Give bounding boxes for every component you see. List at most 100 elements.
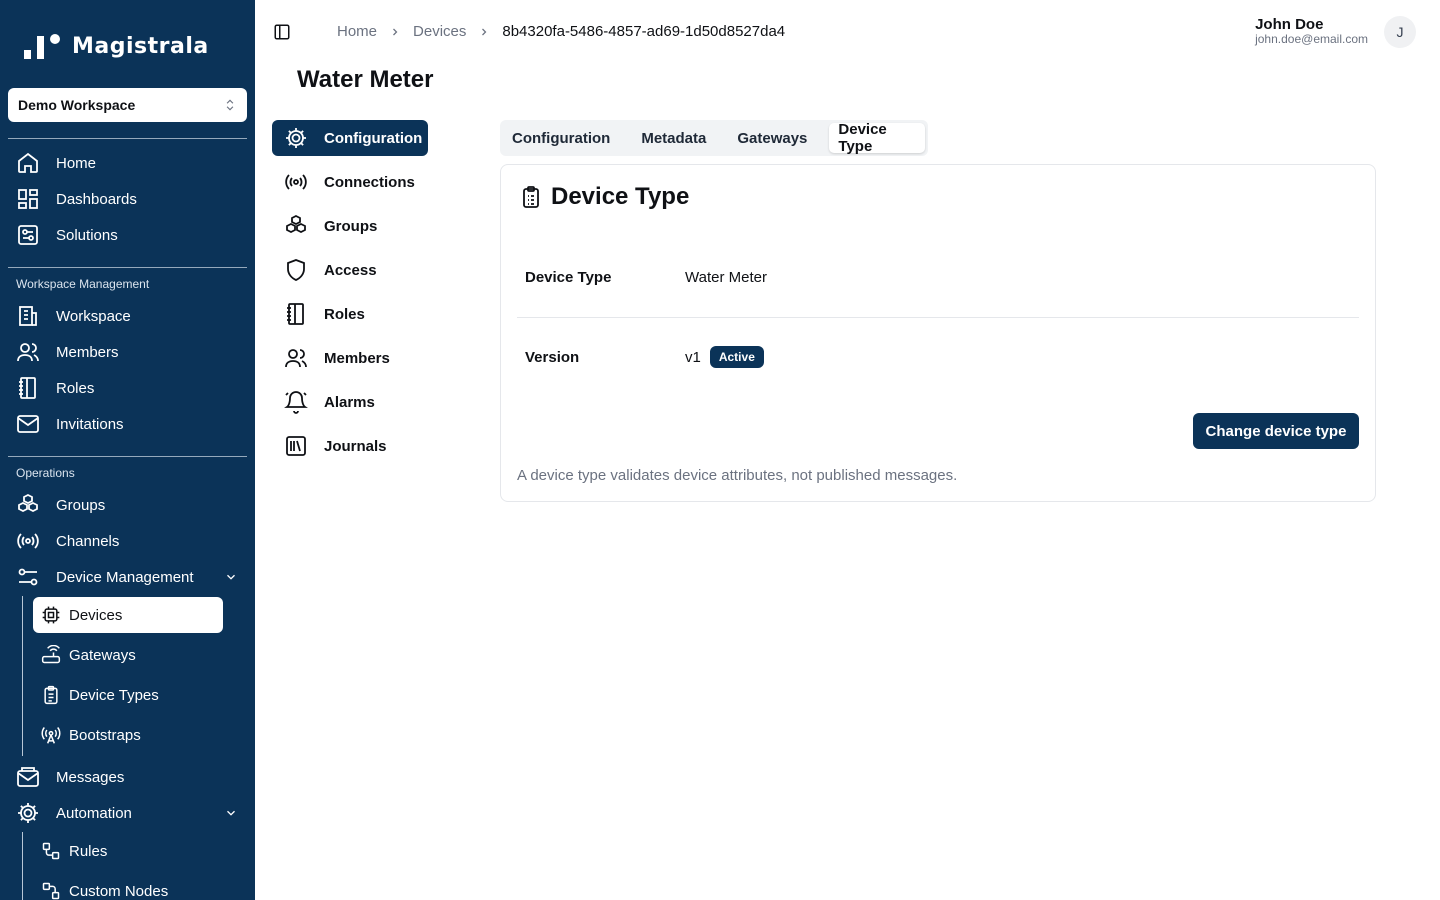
mail-open-icon — [16, 765, 40, 789]
mail-icon — [16, 412, 40, 436]
tab-configuration[interactable]: Configuration — [503, 123, 619, 153]
device-nav-label: Roles — [324, 305, 365, 323]
card-title: Device Type — [519, 183, 689, 211]
library-icon — [284, 434, 308, 458]
sidebar-item-workspace[interactable]: Workspace — [16, 301, 244, 331]
device-nav-alarms[interactable]: Alarms — [272, 384, 428, 420]
app-name: Magistrala — [72, 33, 209, 59]
device-type-value: Water Meter — [685, 269, 767, 286]
device-nav-label: Groups — [324, 217, 378, 235]
sidebar-item-solutions[interactable]: Solutions — [16, 220, 244, 250]
device-nav-configuration[interactable]: Configuration — [272, 120, 428, 156]
sidebar-item-groups[interactable]: Groups — [16, 490, 244, 520]
sidebar-item-label: Workspace — [56, 307, 131, 325]
sidebar-subitem-label: Custom Nodes — [69, 882, 169, 900]
sidebar-item-messages[interactable]: Messages — [16, 762, 244, 792]
breadcrumb-current: 8b4320fa-5486-4857-ad69-1d50d8527da4 — [502, 23, 786, 40]
clipboard-icon — [41, 685, 61, 705]
sidebar-subitem-label: Gateways — [69, 646, 136, 664]
change-device-type-button[interactable]: Change device type — [1193, 413, 1359, 449]
sidebar-item-roles[interactable]: Roles — [16, 373, 244, 403]
device-nav-connections[interactable]: Connections — [272, 164, 428, 200]
device-nav-journals[interactable]: Journals — [272, 428, 428, 464]
sidebar-item-label: Home — [56, 154, 97, 172]
device-nav-groups[interactable]: Groups — [272, 208, 428, 244]
avatar[interactable]: J — [1384, 16, 1416, 48]
bell-icon — [284, 390, 308, 414]
device-nav-access[interactable]: Access — [272, 252, 428, 288]
device-nav-label: Access — [324, 261, 377, 279]
app-logo[interactable]: Magistrala — [24, 32, 209, 60]
tab-device-type[interactable]: Device Type — [829, 121, 925, 155]
device-type-card: Device Type Device Type Water Meter Vers… — [500, 164, 1376, 502]
notebook-icon — [284, 302, 308, 326]
version-value-group: v1 Active — [685, 346, 764, 368]
tab-gateways[interactable]: Gateways — [728, 123, 816, 153]
sidebar-subitem-bootstraps[interactable]: Bootstraps — [33, 717, 223, 753]
sidebar-subitem-rules[interactable]: Rules — [33, 833, 223, 869]
sidebar-item-label: Groups — [56, 496, 106, 514]
notebook-icon — [16, 376, 40, 400]
workspace-name: Demo Workspace — [18, 97, 136, 113]
device-type-hint: A device type validates device attribute… — [517, 467, 958, 484]
status-badge: Active — [709, 346, 764, 368]
device-nav-roles[interactable]: Roles — [272, 296, 428, 332]
breadcrumb-devices[interactable]: Devices — [413, 23, 466, 40]
sidebar-item-label: Members — [56, 343, 119, 361]
sliders-icon — [16, 565, 40, 589]
sidebar-item-label: Roles — [56, 379, 95, 397]
sidebar-divider — [8, 456, 247, 457]
device-nav-members[interactable]: Members — [272, 340, 428, 376]
boxes-icon — [16, 493, 40, 517]
broadcast-icon — [16, 529, 40, 553]
solutions-icon — [16, 223, 40, 247]
sidebar-item-label: Device Management — [56, 568, 194, 586]
chevron-down-icon — [224, 806, 238, 820]
sidebar-subitem-devices[interactable]: Devices — [33, 597, 223, 633]
breadcrumb: Home Devices 8b4320fa-5486-4857-ad69-1d5… — [337, 23, 785, 40]
sidebar-item-dashboards[interactable]: Dashboards — [16, 184, 244, 214]
sidebar-subitem-label: Bootstraps — [69, 726, 141, 744]
config-tabs: Configuration Metadata Gateways Device T… — [500, 120, 928, 156]
home-icon — [16, 151, 40, 175]
device-type-label: Device Type — [525, 269, 612, 286]
breadcrumb-home[interactable]: Home — [337, 23, 377, 40]
workflow-icon — [41, 841, 61, 861]
chevron-right-icon — [478, 26, 490, 38]
sidebar-item-invitations[interactable]: Invitations — [16, 409, 244, 439]
user-email: john.doe@email.com — [1255, 32, 1368, 46]
sidebar-item-label: Dashboards — [56, 190, 137, 208]
sidebar-subitem-custom-nodes[interactable]: Custom Nodes — [33, 873, 223, 900]
sidebar-toggle-button[interactable] — [273, 23, 291, 41]
card-divider — [517, 317, 1359, 318]
chevrons-up-down-icon — [223, 98, 237, 112]
building-icon — [16, 304, 40, 328]
section-operations: Operations — [16, 466, 75, 480]
sidebar-subitem-gateways[interactable]: Gateways — [33, 637, 223, 673]
sidebar-subitem-label: Rules — [69, 842, 108, 860]
device-nav-label: Alarms — [324, 393, 375, 411]
card-title-text: Device Type — [551, 183, 690, 210]
users-icon — [284, 346, 308, 370]
chip-icon — [41, 605, 61, 625]
router-icon — [41, 645, 61, 665]
sidebar-item-members[interactable]: Members — [16, 337, 244, 367]
sidebar-item-home[interactable]: Home — [16, 148, 244, 178]
sidebar-subitem-label: Devices — [69, 606, 123, 624]
tab-metadata[interactable]: Metadata — [632, 123, 715, 153]
clipboard-icon — [519, 185, 543, 209]
sidebar: Magistrala Demo Workspace Home Dashboard… — [0, 0, 255, 900]
sidebar-item-device-management[interactable]: Device Management — [16, 562, 244, 592]
user-menu[interactable]: John Doe john.doe@email.com — [1255, 17, 1368, 46]
sidebar-divider — [8, 267, 247, 268]
sidebar-item-channels[interactable]: Channels — [16, 526, 244, 556]
sidebar-item-automation[interactable]: Automation — [16, 798, 244, 828]
sidebar-item-label: Channels — [56, 532, 120, 550]
logo-icon — [24, 32, 62, 60]
sidebar-item-label: Invitations — [56, 415, 124, 433]
device-nav-label: Connections — [324, 173, 415, 191]
users-icon — [16, 340, 40, 364]
sidebar-subitem-device-types[interactable]: Device Types — [33, 677, 223, 713]
antenna-icon — [41, 725, 61, 745]
workspace-selector[interactable]: Demo Workspace — [8, 88, 247, 122]
